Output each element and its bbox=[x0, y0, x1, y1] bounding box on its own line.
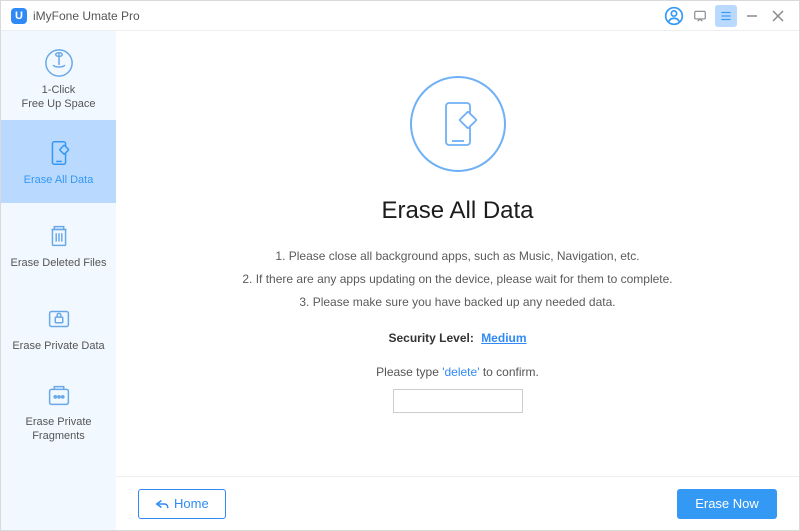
confirm-text: Please type 'delete' to confirm. bbox=[376, 365, 539, 379]
main: Erase All Data 1. Please close all backg… bbox=[116, 31, 799, 530]
menu-icon[interactable] bbox=[715, 5, 737, 27]
sidebar-item-label: Erase All Data bbox=[24, 174, 94, 188]
security-level: Security Level: Medium bbox=[388, 331, 526, 345]
hero-icon bbox=[410, 76, 506, 172]
app-title: iMyFone Umate Pro bbox=[33, 9, 140, 23]
home-button-label: Home bbox=[174, 496, 209, 511]
erase-now-button[interactable]: Erase Now bbox=[677, 489, 777, 519]
sidebar-item-label: Erase Private Data bbox=[12, 340, 104, 354]
instruction-line: 1. Please close all background apps, suc… bbox=[242, 245, 672, 268]
erase-now-label: Erase Now bbox=[695, 496, 759, 511]
sidebar-item-free-up-space[interactable]: 1-Click Free Up Space bbox=[1, 37, 116, 120]
sidebar-item-erase-deleted-files[interactable]: Erase Deleted Files bbox=[1, 203, 116, 286]
minimize-button[interactable] bbox=[741, 5, 763, 27]
confirm-keyword: 'delete' bbox=[442, 365, 479, 379]
close-button[interactable] bbox=[767, 5, 789, 27]
app-window: U iMyFone Umate Pro 1-Cl bbox=[0, 0, 800, 531]
sidebar-item-label: Erase Deleted Files bbox=[11, 257, 107, 271]
titlebar: U iMyFone Umate Pro bbox=[1, 1, 799, 31]
page-title: Erase All Data bbox=[381, 197, 533, 225]
content: Erase All Data 1. Please close all backg… bbox=[116, 31, 799, 476]
account-icon[interactable] bbox=[663, 5, 685, 27]
sidebar-item-erase-private-fragments[interactable]: Erase Private Fragments bbox=[1, 369, 116, 452]
security-level-link[interactable]: Medium bbox=[481, 331, 526, 345]
instruction-line: 2. If there are any apps updating on the… bbox=[242, 268, 672, 291]
sidebar-item-erase-private-data[interactable]: Erase Private Data bbox=[1, 286, 116, 369]
plunger-icon bbox=[42, 46, 76, 80]
confirm-input[interactable] bbox=[393, 389, 523, 413]
instructions: 1. Please close all background apps, suc… bbox=[242, 245, 672, 313]
app-logo-icon: U bbox=[11, 8, 27, 24]
trash-icon bbox=[42, 219, 76, 253]
phone-erase-icon bbox=[42, 136, 76, 170]
fragments-icon bbox=[42, 378, 76, 412]
footer: Home Erase Now bbox=[116, 476, 799, 530]
sidebar-item-label: Erase Private Fragments bbox=[25, 416, 91, 444]
body: 1-Click Free Up Space Erase All Data bbox=[1, 31, 799, 530]
private-data-icon bbox=[42, 302, 76, 336]
instruction-line: 3. Please make sure you have backed up a… bbox=[242, 291, 672, 314]
security-level-label: Security Level: bbox=[388, 331, 473, 345]
sidebar: 1-Click Free Up Space Erase All Data bbox=[1, 31, 116, 530]
sidebar-item-erase-all-data[interactable]: Erase All Data bbox=[1, 120, 116, 203]
home-button[interactable]: Home bbox=[138, 489, 226, 519]
sidebar-item-label: 1-Click Free Up Space bbox=[22, 84, 96, 112]
feedback-icon[interactable] bbox=[689, 5, 711, 27]
